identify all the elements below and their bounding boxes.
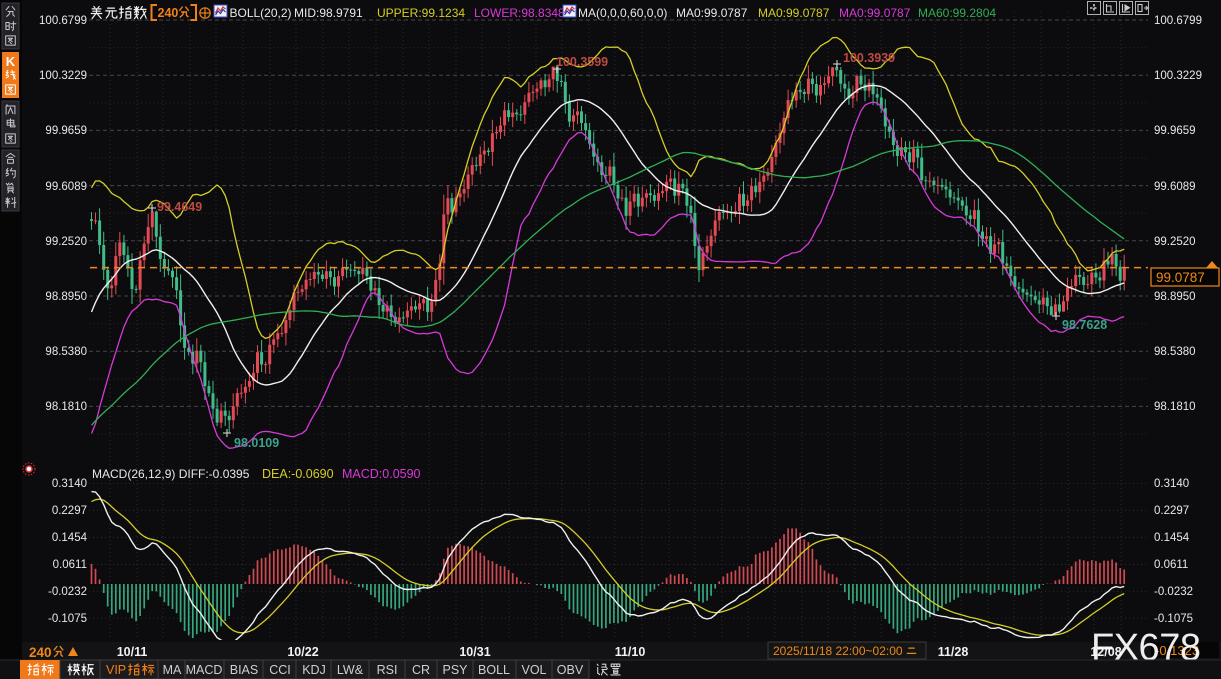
svg-text:98.8950: 98.8950 [45,291,87,303]
svg-text:98.5380: 98.5380 [1154,346,1196,358]
svg-text:PSY: PSY [442,663,468,677]
svg-text:MID:98.9791: MID:98.9791 [294,6,363,20]
svg-text:100.3939: 100.3939 [843,51,895,65]
svg-text:10/31: 10/31 [459,645,490,659]
svg-text:BOLL(20,2): BOLL(20,2) [230,6,292,20]
svg-text:99.9659: 99.9659 [1154,125,1196,137]
svg-text:OBV: OBV [557,663,584,677]
svg-text:99.0787: 99.0787 [1156,270,1205,285]
svg-text:LW&: LW& [337,663,364,677]
svg-text:UPPER:99.1234: UPPER:99.1234 [377,6,465,20]
svg-text:99.6089: 99.6089 [45,181,87,193]
svg-text:99.4649: 99.4649 [157,200,202,214]
svg-text:MACD: MACD [186,663,223,677]
svg-text:99.9659: 99.9659 [45,125,87,137]
svg-text:VIP: VIP [106,663,126,677]
svg-text:0.1454: 0.1454 [1154,532,1190,544]
svg-text:DEA:-0.0690: DEA:-0.0690 [262,467,334,481]
svg-text:10/22: 10/22 [287,645,318,659]
svg-text:11/10: 11/10 [615,645,646,659]
svg-text:MA0:99.0787: MA0:99.0787 [758,6,830,20]
svg-text:0.0611: 0.0611 [53,559,87,571]
svg-text:0.3140: 0.3140 [1154,478,1189,490]
svg-text:98.1810: 98.1810 [45,401,87,413]
svg-text:2025/11/18 22:00~02:00: 2025/11/18 22:00~02:00 [773,644,903,658]
svg-text:99.6089: 99.6089 [1154,181,1196,193]
svg-text:MA: MA [163,663,182,677]
svg-text:MA(0,0,0,60,0,0): MA(0,0,0,60,0,0) [578,6,667,20]
svg-text:98.7628: 98.7628 [1062,318,1107,332]
svg-text:99.2520: 99.2520 [1154,236,1196,248]
svg-text:100.3229: 100.3229 [39,70,87,82]
svg-text:98.8950: 98.8950 [1154,291,1196,303]
svg-text:240: 240 [158,6,179,20]
svg-text:MA0:99.0787: MA0:99.0787 [676,6,748,20]
svg-text:0.2297: 0.2297 [1154,505,1189,517]
svg-text:CCI: CCI [269,663,291,677]
svg-text:-0.0232: -0.0232 [48,586,87,598]
svg-text:100.3599: 100.3599 [556,55,608,69]
svg-text:240: 240 [29,645,52,660]
svg-text:0.1454: 0.1454 [52,532,88,544]
svg-text:MACD(26,12,9) DIFF:-0.0395: MACD(26,12,9) DIFF:-0.0395 [92,467,250,481]
svg-text:100.3229: 100.3229 [1154,70,1202,82]
svg-text:K: K [6,54,16,69]
svg-text:98.1810: 98.1810 [1154,401,1196,413]
svg-text:-0.0232: -0.0232 [1154,586,1193,598]
svg-text:KDJ: KDJ [302,663,326,677]
svg-text:99.2520: 99.2520 [45,236,87,248]
svg-text:0.3140: 0.3140 [52,478,87,490]
svg-text:CR: CR [412,663,430,677]
svg-text:MA60:99.2804: MA60:99.2804 [918,6,996,20]
svg-text:98.5380: 98.5380 [45,346,87,358]
svg-text:-0.1075: -0.1075 [48,613,87,625]
svg-text:MACD:0.0590: MACD:0.0590 [342,467,421,481]
svg-text:98.0109: 98.0109 [234,436,279,450]
svg-text:VOL: VOL [521,663,546,677]
svg-text:11/28: 11/28 [938,645,969,659]
svg-text:MA0:99.0787: MA0:99.0787 [839,6,911,20]
svg-text:100.6799: 100.6799 [1154,15,1202,27]
svg-text:10/11: 10/11 [117,645,148,659]
svg-text:-0.1075: -0.1075 [1154,613,1193,625]
svg-text:RSI: RSI [377,663,398,677]
svg-text:BOLL: BOLL [478,663,510,677]
svg-text:BIAS: BIAS [230,663,259,677]
svg-text:0.2297: 0.2297 [52,505,87,517]
svg-text:LOWER:98.8348: LOWER:98.8348 [474,6,565,20]
svg-text:0.0611: 0.0611 [1154,559,1188,571]
svg-text:100.6799: 100.6799 [39,15,87,27]
